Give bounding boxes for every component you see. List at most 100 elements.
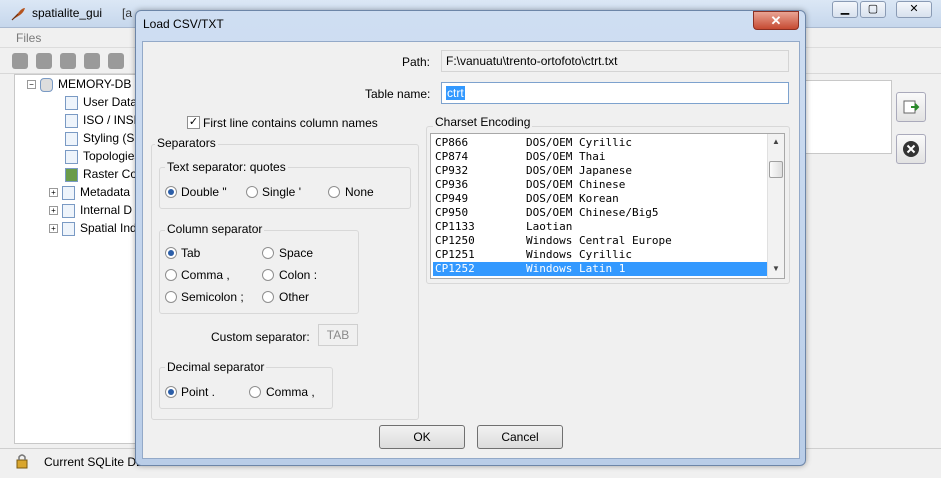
double-quote-label: Double "	[181, 185, 227, 199]
database-icon	[40, 77, 53, 92]
ok-button[interactable]: OK	[379, 425, 465, 449]
charset-row[interactable]: CP1133 Laotian	[433, 220, 768, 234]
tab-label: Tab	[181, 246, 201, 260]
radio-comma[interactable]	[165, 269, 177, 281]
tree-item[interactable]: Styling (S	[65, 131, 134, 149]
tree-item-label: Styling (S	[83, 131, 135, 145]
other-label: Other	[279, 290, 310, 304]
maximize-button[interactable]: ▢	[860, 1, 886, 18]
tree-item-label: Spatial Ind	[80, 221, 137, 235]
table-name-input[interactable]: ctrt	[441, 82, 789, 104]
radio-colon[interactable]	[262, 269, 274, 281]
expand-icon[interactable]: +	[49, 206, 58, 216]
dialog-close-button[interactable]: ✕	[753, 11, 799, 30]
expand-icon[interactable]: +	[49, 188, 58, 198]
minimize-button[interactable]: ▁	[832, 1, 858, 18]
charset-name: DOS/OEM Thai	[526, 150, 606, 163]
tree-root[interactable]: − MEMORY-DB	[27, 77, 131, 95]
charset-name: DOS/OEM Korean	[526, 192, 619, 205]
tree-item-label: Raster Co	[83, 167, 138, 181]
radio-decimal-comma[interactable]	[249, 386, 261, 398]
first-line-checkbox[interactable]: ✓	[187, 116, 200, 129]
path-label: Path:	[402, 55, 431, 69]
scroll-down-icon[interactable]: ▼	[768, 261, 784, 277]
charset-code: CP1252	[435, 262, 475, 275]
table-icon	[65, 95, 78, 110]
table-icon	[65, 113, 78, 128]
path-field: F:\vanuatu\trento-ortofoto\ctrt.txt	[441, 50, 789, 72]
radio-semicolon[interactable]	[165, 291, 177, 303]
charset-row[interactable]: CP866 DOS/OEM Cyrillic	[433, 136, 768, 150]
create-db-icon[interactable]	[36, 53, 52, 69]
scroll-thumb[interactable]	[769, 161, 783, 178]
custom-separator-input[interactable]: TAB	[318, 324, 358, 346]
charset-name: Windows Latin 1	[526, 262, 626, 275]
decimal-separator-title: Decimal separator	[165, 360, 267, 374]
tree-item[interactable]: User Data	[65, 95, 137, 113]
charset-row[interactable]: CP932 DOS/OEM Japanese	[433, 164, 768, 178]
table-icon	[62, 203, 75, 218]
db-tree-panel: − MEMORY-DB User Data ISO / INSPIRE Styli…	[14, 74, 162, 444]
charset-code: CP936	[435, 178, 469, 191]
column-separator-title: Column separator	[165, 222, 265, 236]
charset-code: CP950	[435, 206, 469, 219]
tree-item-label: Metadata	[80, 185, 131, 199]
execute-sql-button[interactable]	[896, 92, 926, 122]
sql-panel[interactable]	[804, 80, 892, 154]
tree-item[interactable]: Raster Co	[65, 167, 137, 185]
radio-single-quote[interactable]	[246, 186, 258, 198]
charset-row[interactable]: CP936 DOS/OEM Chinese	[433, 178, 768, 192]
scroll-up-icon[interactable]: ▲	[768, 134, 784, 150]
cancel-button[interactable]: Cancel	[477, 425, 563, 449]
single-quote-label: Single '	[262, 185, 301, 199]
dialog-title: Load CSV/TXT	[143, 17, 224, 31]
clear-sql-button[interactable]	[896, 134, 926, 164]
app-feather-icon	[11, 8, 25, 21]
radio-double-quote[interactable]	[165, 186, 177, 198]
charset-row[interactable]: CP950 DOS/OEM Chinese/Big5	[433, 206, 768, 220]
tree-item[interactable]: Topologies	[65, 149, 140, 167]
radio-other[interactable]	[262, 291, 274, 303]
table-name-label: Table name:	[365, 87, 431, 101]
save-db-icon[interactable]	[108, 53, 124, 69]
table-icon	[65, 131, 78, 146]
charset-row[interactable]: CP1251 Windows Cyrillic	[433, 248, 768, 262]
expand-icon[interactable]: +	[49, 224, 58, 234]
radio-decimal-point[interactable]	[165, 386, 177, 398]
main-window-title-suffix: [a	[122, 6, 133, 20]
decimal-point-label: Point .	[181, 385, 216, 399]
collapse-icon[interactable]: −	[27, 80, 36, 90]
radio-tab[interactable]	[165, 247, 177, 259]
table-icon	[62, 221, 75, 236]
radio-space[interactable]	[262, 247, 274, 259]
tree-item-label: User Data	[83, 95, 138, 109]
charset-code: CP949	[435, 192, 469, 205]
comma-label: Comma ,	[181, 268, 230, 282]
main-close-button[interactable]: ✕	[896, 1, 932, 18]
charset-code: CP866	[435, 136, 469, 149]
radio-no-quote[interactable]	[328, 186, 340, 198]
clear-icon	[903, 141, 919, 157]
charset-list[interactable]: CP866 DOS/OEM Cyrillic CP874 DOS/OEM Thai …	[430, 133, 785, 279]
charset-name: Windows Cyrillic	[526, 248, 632, 261]
charset-row[interactable]: CP1250 Windows Central Europe	[433, 234, 768, 248]
charset-scrollbar[interactable]: ▲ ▼	[767, 134, 784, 278]
charset-row-selected[interactable]: CP1252 Windows Latin 1	[433, 262, 768, 276]
charset-code: CP932	[435, 164, 469, 177]
execute-icon	[903, 100, 920, 114]
charset-code: CP874	[435, 150, 469, 163]
tree-item[interactable]: + Internal D	[49, 203, 132, 221]
tree-item[interactable]: + Spatial Ind	[49, 221, 137, 239]
memory-db-icon[interactable]	[84, 53, 100, 69]
charset-row[interactable]: CP874 DOS/OEM Thai	[433, 150, 768, 164]
connect-db-icon[interactable]	[12, 53, 28, 69]
disconnect-db-icon[interactable]	[60, 53, 76, 69]
tree-item[interactable]: + Metadata	[49, 185, 130, 203]
charset-name: Laotian	[526, 220, 573, 233]
charset-row[interactable]: CP949 DOS/OEM Korean	[433, 192, 768, 206]
menu-files[interactable]: Files	[16, 31, 41, 45]
charset-name: DOS/OEM Cyrillic	[526, 136, 632, 149]
table-icon	[65, 149, 78, 164]
charset-name: Windows Central Europe	[526, 234, 672, 247]
raster-icon	[65, 167, 78, 182]
